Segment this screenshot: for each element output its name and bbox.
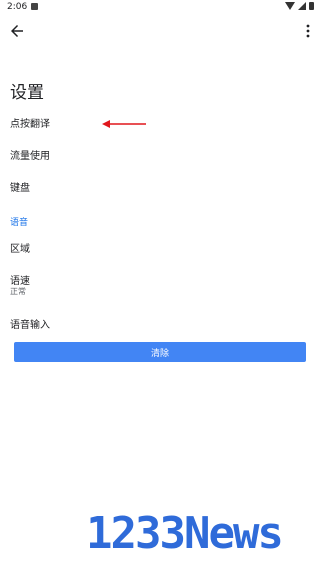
setting-label: 语音输入: [10, 320, 50, 331]
status-time: 2:06: [7, 2, 28, 12]
setting-label: 点按翻译: [10, 119, 50, 130]
more-vert-icon[interactable]: [302, 23, 314, 39]
clear-button-label: 清除: [150, 348, 169, 359]
setting-speech-rate[interactable]: 语速 正常: [0, 267, 320, 301]
setting-label: 语速: [10, 276, 30, 287]
setting-region[interactable]: 区域: [0, 235, 320, 259]
setting-label: 流量使用: [10, 151, 50, 162]
notification-icon: [31, 3, 38, 10]
signal-icon: [298, 2, 306, 10]
back-arrow-icon[interactable]: [8, 22, 26, 40]
clear-button[interactable]: 清除: [14, 342, 306, 362]
setting-tap-to-translate[interactable]: 点按翻译: [0, 110, 320, 134]
setting-keyboard[interactable]: 键盘: [0, 174, 320, 198]
annotation-arrow-icon: [102, 120, 146, 128]
watermark-text: 1233News: [86, 508, 282, 558]
setting-data-usage[interactable]: 流量使用: [0, 142, 320, 166]
watermark-logo: 1233News: [86, 508, 284, 558]
setting-label: 区域: [10, 244, 30, 255]
page-title: 设置: [10, 83, 44, 103]
setting-label: 键盘: [10, 183, 30, 194]
section-header-voice: 语音: [10, 218, 29, 228]
status-bar: 2:06: [0, 0, 320, 14]
wifi-icon: [285, 2, 295, 10]
status-icons: [285, 2, 314, 10]
toolbar: [0, 14, 320, 48]
setting-voice-input[interactable]: 语音输入: [0, 311, 320, 335]
setting-value: 正常: [10, 287, 26, 296]
battery-icon: [309, 2, 314, 10]
